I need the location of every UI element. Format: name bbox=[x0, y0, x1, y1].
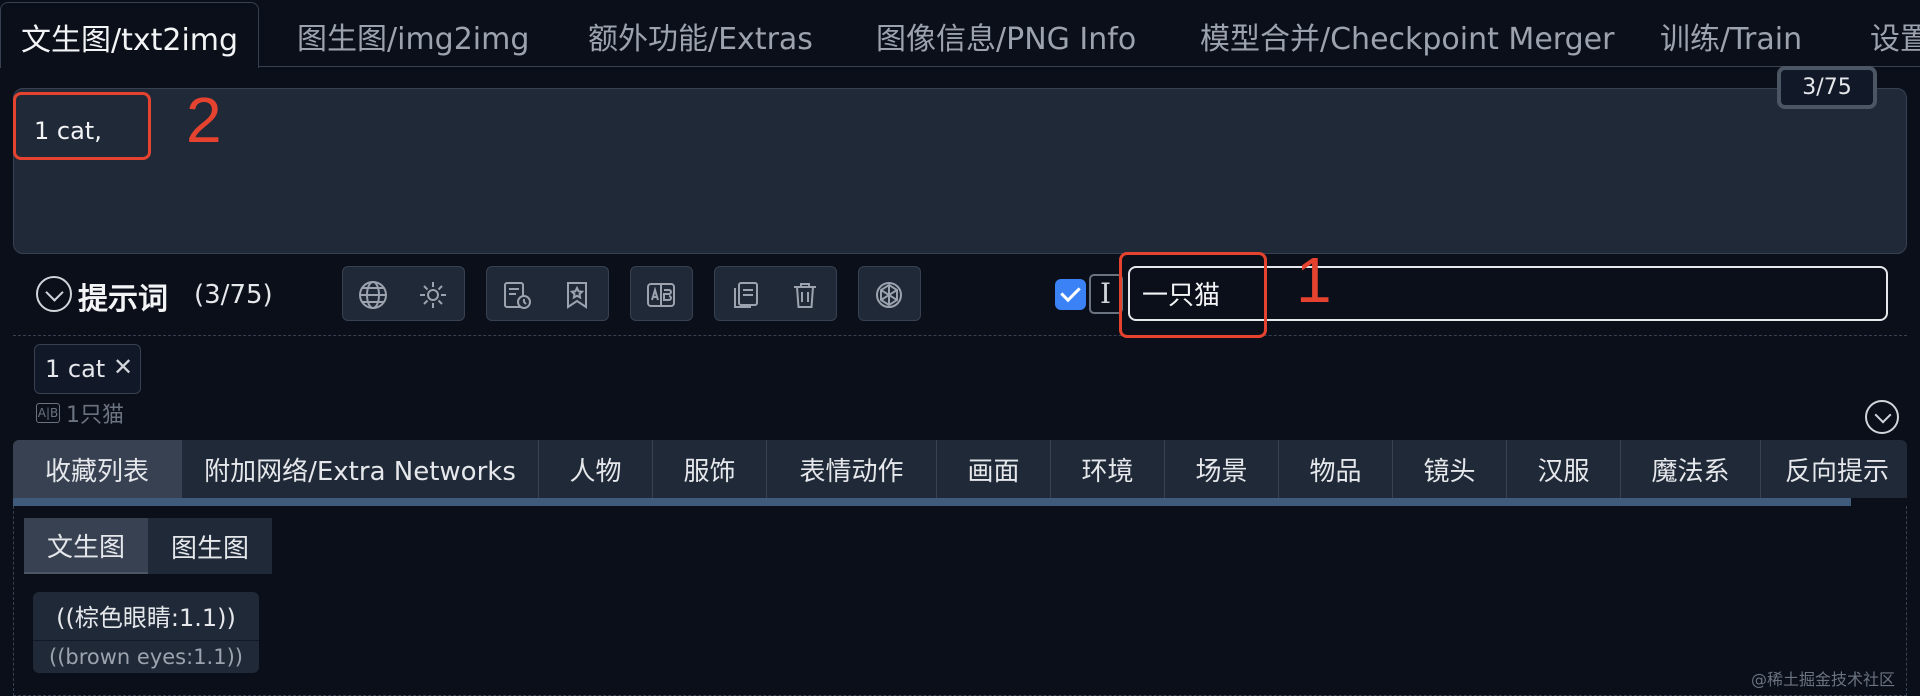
tab-character[interactable]: 人物 bbox=[539, 440, 653, 498]
button-group-translate bbox=[342, 266, 465, 321]
tab-checkpoint-merger[interactable]: 模型合并/Checkpoint Merger bbox=[1200, 14, 1614, 58]
tab-camera[interactable]: 镜头 bbox=[1393, 440, 1507, 498]
gear-icon[interactable] bbox=[417, 279, 449, 311]
translate-small-icon: A|B bbox=[36, 403, 60, 423]
annotation-number-2: 2 bbox=[186, 84, 222, 156]
tab-extra-networks[interactable]: 附加网络/Extra Networks bbox=[182, 440, 539, 498]
watermark: @稀土掘金技术社区 bbox=[1751, 670, 1896, 689]
tab-magic[interactable]: 魔法系 bbox=[1621, 440, 1761, 498]
button-group-history bbox=[486, 266, 609, 321]
tab-expression[interactable]: 表情动作 bbox=[767, 440, 937, 498]
category-tab-bar: 收藏列表 附加网络/Extra Networks 人物 服饰 表情动作 画面 环… bbox=[13, 440, 1907, 498]
tab-train[interactable]: 训练/Train bbox=[1660, 14, 1802, 58]
tab-img2img[interactable]: 图生图/img2img bbox=[297, 14, 529, 58]
button-group-edit bbox=[714, 266, 837, 321]
tab-hanfu[interactable]: 汉服 bbox=[1507, 440, 1621, 498]
openai-icon[interactable] bbox=[873, 279, 905, 311]
token-counter: 3/75 bbox=[1777, 66, 1877, 109]
phrase-translation: ((brown eyes:1.1)) bbox=[33, 640, 259, 669]
phrase-card[interactable]: ((棕色眼睛:1.1)) ((brown eyes:1.1)) bbox=[33, 592, 259, 673]
copy-icon[interactable] bbox=[729, 279, 761, 311]
text-cursor-icon bbox=[1089, 274, 1123, 314]
tab-environment[interactable]: 环境 bbox=[1051, 440, 1165, 498]
annotation-box-translate bbox=[1119, 252, 1267, 338]
tab-settings[interactable]: 设置 bbox=[1870, 14, 1920, 58]
subtab-img2img[interactable]: 图生图 bbox=[148, 518, 272, 574]
tag-label: 1 cat bbox=[45, 355, 106, 383]
tab-negative[interactable]: 反向提示 bbox=[1761, 440, 1907, 498]
tag-translation: 1只猫 bbox=[66, 403, 124, 428]
tab-items[interactable]: 物品 bbox=[1279, 440, 1393, 498]
annotation-number-1: 1 bbox=[1296, 244, 1332, 316]
history-icon[interactable] bbox=[501, 279, 533, 311]
helper-title: 提示词 bbox=[78, 282, 168, 317]
globe-icon[interactable] bbox=[357, 279, 389, 311]
phrase-main: ((棕色眼睛:1.1)) bbox=[56, 604, 236, 632]
tab-txt2img[interactable]: 文生图/txt2img bbox=[0, 2, 260, 68]
subtab-txt2img[interactable]: 文生图 bbox=[24, 518, 148, 574]
category-panel bbox=[13, 506, 1907, 696]
button-group-translate-tags bbox=[630, 266, 693, 321]
close-icon[interactable]: ✕ bbox=[113, 353, 133, 381]
prompt-textarea[interactable]: 1 cat, bbox=[13, 88, 1907, 254]
tab-clothing[interactable]: 服饰 bbox=[653, 440, 767, 498]
helper-token-count: (3/75) bbox=[194, 280, 273, 310]
tag-chip[interactable]: 1 cat ✕ bbox=[34, 344, 141, 394]
tab-scene[interactable]: 场景 bbox=[1165, 440, 1279, 498]
annotation-box-prompt bbox=[13, 92, 151, 160]
tab-frame[interactable]: 画面 bbox=[937, 440, 1051, 498]
expand-chevron-icon[interactable] bbox=[1865, 400, 1899, 434]
category-scrollbar[interactable] bbox=[13, 498, 1851, 506]
translate-checkbox[interactable] bbox=[1055, 279, 1086, 310]
trash-icon[interactable] bbox=[789, 279, 821, 311]
collapse-chevron-icon[interactable] bbox=[36, 276, 72, 312]
tab-favorites[interactable]: 收藏列表 bbox=[13, 440, 182, 498]
tab-extras[interactable]: 额外功能/Extras bbox=[588, 14, 813, 58]
tab-png-info[interactable]: 图像信息/PNG Info bbox=[876, 14, 1136, 58]
top-tab-bar: 文生图/txt2img 图生图/img2img 额外功能/Extras 图像信息… bbox=[0, 0, 1920, 68]
translate-icon[interactable] bbox=[645, 279, 677, 311]
bookmark-icon[interactable] bbox=[561, 279, 593, 311]
button-group-ai bbox=[858, 266, 921, 321]
